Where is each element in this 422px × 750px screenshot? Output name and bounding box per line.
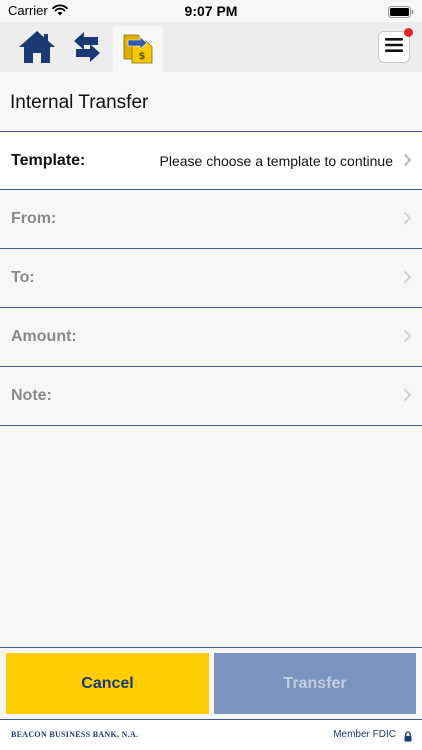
internal-transfer-tab[interactable]: $ — [113, 26, 163, 72]
transfer-icon: $ — [120, 29, 156, 70]
cancel-button[interactable]: Cancel — [6, 653, 209, 714]
chevron-right-icon — [403, 211, 412, 230]
to-label: To: — [11, 269, 35, 286]
amount-row[interactable]: Amount: — [0, 308, 422, 366]
bank-name: BEACON BUSINESS BANK, N.A. — [11, 730, 139, 739]
notification-dot — [404, 28, 413, 37]
swap-arrows-icon — [70, 30, 104, 69]
chevron-right-icon — [403, 270, 412, 289]
svg-text:$: $ — [139, 51, 146, 62]
home-button[interactable] — [14, 26, 60, 72]
divider — [0, 425, 422, 426]
status-time: 9:07 PM — [184, 3, 238, 19]
to-row[interactable]: To: — [0, 249, 422, 307]
battery-icon — [388, 5, 414, 23]
chevron-right-icon — [403, 329, 412, 348]
note-row[interactable]: Note: — [0, 367, 422, 425]
template-label: Template: — [11, 152, 86, 169]
note-label: Note: — [11, 387, 52, 404]
menu-button[interactable] — [378, 28, 413, 63]
from-label: From: — [11, 210, 57, 227]
member-fdic-label: Member FDIC — [333, 729, 396, 740]
template-value: Please choose a template to continue — [159, 153, 394, 169]
top-nav-bar: $ — [0, 22, 422, 72]
lock-icon — [404, 729, 412, 747]
status-bar: Carrier 9:07 PM — [0, 0, 422, 22]
from-row[interactable]: From: — [0, 190, 422, 248]
amount-label: Amount: — [11, 328, 77, 345]
home-icon — [17, 29, 57, 70]
chevron-right-icon — [403, 153, 412, 172]
menu-icon — [385, 37, 403, 58]
chevron-right-icon — [403, 388, 412, 407]
legal-footer: BEACON BUSINESS BANK, N.A. Member FDIC — [0, 720, 422, 750]
page-title: Internal Transfer — [10, 92, 149, 113]
transfers-button[interactable] — [64, 26, 110, 72]
transfer-button[interactable]: Transfer — [214, 653, 416, 714]
template-row[interactable]: Template: Please choose a template to co… — [0, 132, 422, 190]
